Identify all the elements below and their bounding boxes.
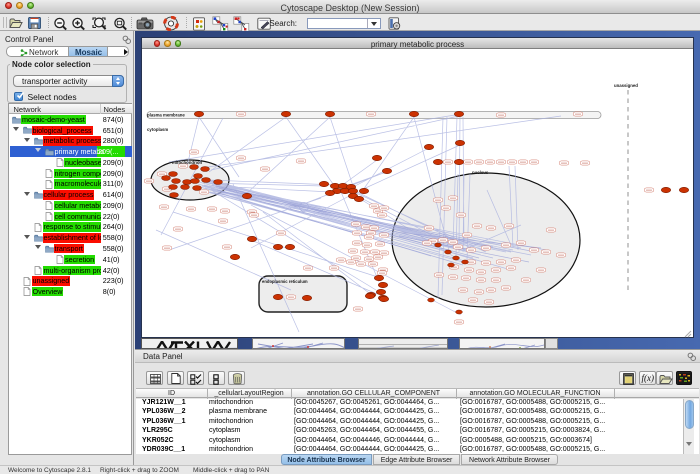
- svg-text:mitochondrion: mitochondrion: [172, 160, 202, 165]
- svg-text:unassigned: unassigned: [614, 83, 638, 88]
- svg-text:nucleus: nucleus: [472, 170, 489, 175]
- svg-text:cytoplasm: cytoplasm: [147, 127, 168, 132]
- svg-text:plasma membrane: plasma membrane: [147, 113, 185, 118]
- svg-text:endoplasmic reticulum: endoplasmic reticulum: [262, 279, 308, 284]
